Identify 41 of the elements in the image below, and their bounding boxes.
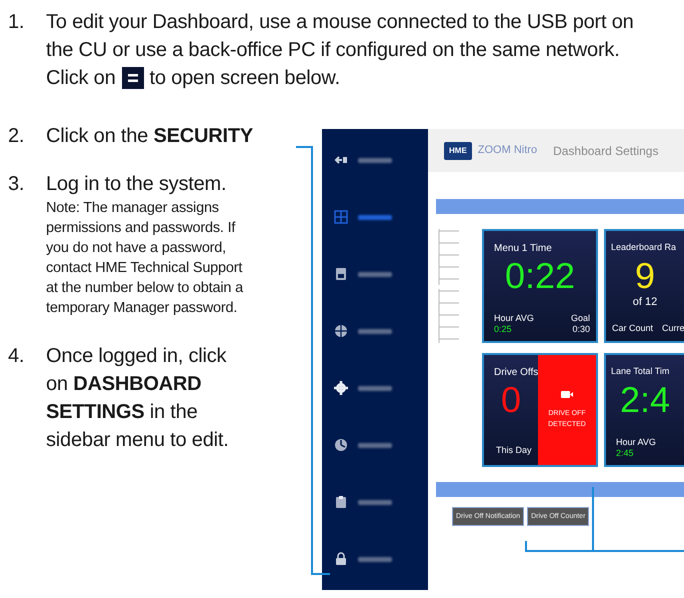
product-name: ZOOM Nitro (478, 143, 538, 158)
instruction-text: Click on the SECURITY (46, 124, 254, 149)
stat-label: Car Count (612, 322, 654, 334)
globe-icon (334, 324, 348, 338)
instruction-text: To edit your Dashboard, use a mouse connected to the USB port on the CU or use a back-office PC if configured on the same network. (46, 10, 635, 63)
tile-title: Lane Total Tim (611, 365, 670, 378)
step-number: 2. (7, 124, 26, 149)
stat-label: Hour AVG (616, 437, 656, 448)
stat-label: Curre (662, 322, 684, 334)
stat-value: 0:30 (571, 324, 590, 335)
tile-value: 9 (634, 255, 656, 297)
rank-total: of 12 (632, 295, 658, 310)
stat-label: Goal (570, 313, 590, 324)
tile-title: Menu 1 Time (494, 242, 552, 256)
gear-icon (334, 381, 348, 395)
stat-value: 0:25 (494, 324, 513, 335)
grid-icon (334, 210, 348, 224)
lock-icon (334, 552, 348, 566)
tile-value: 2:4 (618, 379, 672, 421)
logo: HME (444, 142, 472, 160)
note-text: Note: The manager assigns permissions and passwords. If you do not have a password, contact HME Technical Support at the number below to obtain a temporary Manager password. (46, 199, 244, 318)
tile-value: 0 (500, 379, 522, 421)
clock-icon (334, 438, 348, 452)
instruction-text: to open screen below. (150, 66, 340, 91)
step-number: 4. (7, 344, 26, 369)
instruction-text: Log in to the system. (46, 172, 228, 197)
calculator-icon (334, 267, 348, 281)
menu-icon (122, 67, 144, 89)
instruction-text: Once logged in, click on DASHBOARD SETTINGS in the sidebar menu to edit. (46, 344, 230, 453)
camera-icon (561, 390, 573, 398)
stat-label: This Day (496, 444, 532, 457)
step-number: 3. (7, 172, 26, 197)
step-number: 1. (7, 10, 26, 35)
tile-title: Leaderboard Ra (611, 241, 676, 254)
instruction-text: Click on (46, 66, 116, 91)
tile-value: 0:22 (504, 255, 576, 297)
stat-value: 2:45 (616, 448, 635, 459)
stat-label: Hour AVG (494, 313, 534, 324)
tile-title: Drive Offs (494, 366, 538, 380)
clipboard-icon (334, 495, 348, 509)
page-title: Dashboard Settings (553, 142, 658, 160)
